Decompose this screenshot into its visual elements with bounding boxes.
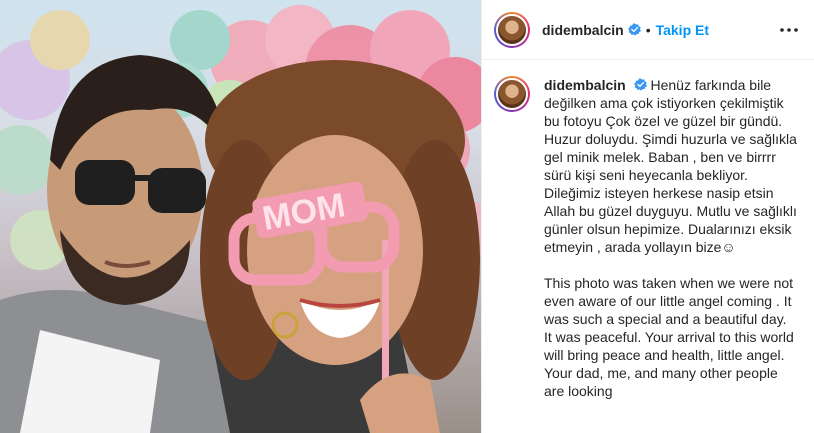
woman-figure	[200, 60, 480, 433]
caption-username[interactable]: didembalcin	[544, 77, 626, 93]
caption-text-turkish: Henüz farkında bile değilken ama çok ist…	[544, 77, 801, 255]
header-separator: •	[645, 21, 651, 38]
caption-verified-badge-icon	[633, 78, 647, 91]
profile-avatar[interactable]	[494, 11, 530, 48]
photo-illustration: MOM	[0, 5, 481, 433]
post-header: didembalcin • Takip Et	[482, 0, 814, 60]
follow-button[interactable]: Takip Et	[656, 22, 709, 38]
caption-avatar[interactable]	[494, 76, 530, 112]
verified-badge-icon	[627, 23, 641, 36]
post-photo[interactable]: MOM	[0, 0, 481, 433]
post-caption: didembalcin Henüz farkında bile değilken…	[544, 76, 798, 400]
caption-section: didembalcin Henüz farkında bile değilken…	[482, 60, 814, 400]
header-username[interactable]: didembalcin	[542, 22, 624, 38]
post-sidebar: didembalcin • Takip Et didembalcin Henüz…	[481, 0, 814, 433]
instagram-post: MOM didembalcin • Takip Et didembalcin H…	[0, 0, 814, 433]
more-options-icon[interactable]	[778, 19, 800, 41]
caption-text-english: This photo was taken when we were not ev…	[544, 275, 798, 399]
